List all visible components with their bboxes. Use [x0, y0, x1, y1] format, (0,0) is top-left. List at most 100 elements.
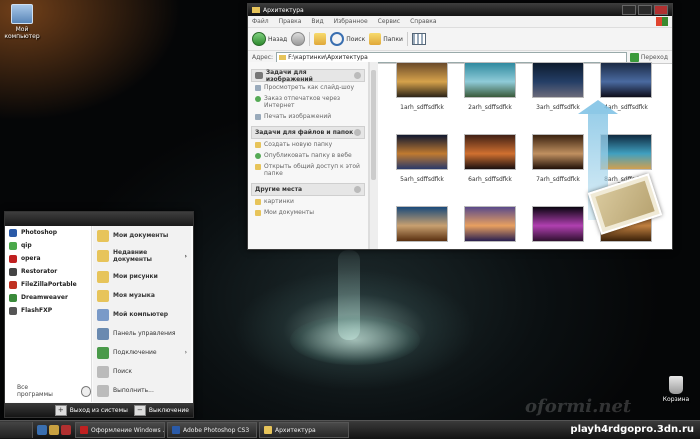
folders-button[interactable]: Папки	[369, 33, 403, 45]
task-label: Оформление Windows ...	[91, 426, 165, 434]
place-icon	[97, 346, 109, 359]
all-programs-label: Все программы	[17, 384, 53, 398]
place-icon	[97, 270, 109, 283]
taskbar-button[interactable]: Adobe Photoshop CS3	[167, 422, 257, 438]
pinned-program[interactable]: Restorator	[5, 265, 91, 278]
file-item[interactable]: 7arh_sdffsdfkk	[524, 134, 592, 206]
place-item[interactable]: Мой компьютер	[93, 305, 191, 324]
pinned-program[interactable]: Dreamweaver	[5, 291, 91, 304]
file-item[interactable]: 2arh_sdffsdfkk	[456, 62, 524, 134]
desktop-icon-my-computer[interactable]: Мой компьютер	[0, 4, 44, 40]
image-tasks-header[interactable]: Задачи для изображений	[251, 69, 365, 83]
place-item[interactable]: Подключение ›	[93, 343, 191, 362]
file-item[interactable]	[524, 206, 592, 278]
place-label: Мой компьютер	[113, 311, 169, 318]
file-item[interactable]	[388, 206, 456, 278]
task-share[interactable]: Открыть общий доступ к этой папке	[251, 161, 365, 179]
file-item[interactable]	[456, 206, 524, 278]
file-item[interactable]: 6arh_sdffsdfkk	[456, 134, 524, 206]
address-field[interactable]: F:\картинки\Архитектура	[276, 51, 627, 63]
close-button[interactable]	[654, 5, 668, 15]
menu-file[interactable]: Файл	[252, 18, 269, 25]
pinned-program[interactable]: opera	[5, 252, 91, 265]
back-arrow-icon	[252, 32, 266, 46]
place-item[interactable]: Недавние документы ›	[93, 245, 191, 267]
desktop: Мой компьютер Корзина oformi.net Архитек…	[0, 0, 700, 420]
minimize-button[interactable]	[622, 5, 636, 15]
back-button[interactable]: Назад	[252, 32, 287, 46]
shutdown-icon: −	[133, 404, 146, 416]
taskbar-button[interactable]: Оформление Windows ...	[75, 422, 165, 438]
up-folder-button[interactable]	[314, 33, 327, 45]
program-icon	[9, 293, 17, 302]
quick-launch-browser-icon[interactable]	[49, 425, 59, 435]
go-button[interactable]: Переход	[629, 52, 668, 62]
task-order-prints[interactable]: Заказ отпечатков через Интернет	[251, 93, 365, 111]
shutdown-button[interactable]: − Выключение	[133, 404, 189, 416]
program-label: opera	[21, 255, 41, 262]
pinned-program[interactable]: FlashFXP	[5, 304, 91, 317]
place-icon	[97, 327, 109, 340]
window-titlebar[interactable]: Архитектура	[248, 4, 672, 16]
windows-logo-icon	[656, 17, 668, 26]
explorer-window[interactable]: Архитектура Файл Правка Вид Избранное Се…	[247, 3, 673, 250]
place-my-documents[interactable]: Мои документы	[251, 207, 365, 218]
desktop-icon-recycle-bin[interactable]: Корзина	[654, 376, 698, 403]
collapse-icon	[354, 186, 361, 193]
back-label: Назад	[268, 35, 288, 43]
menu-view[interactable]: Вид	[311, 18, 323, 25]
maximize-button[interactable]	[638, 5, 652, 15]
search-button[interactable]: Поиск	[330, 32, 365, 46]
views-button[interactable]	[411, 33, 426, 45]
pinned-program[interactable]: FileZillaPortable	[5, 278, 91, 291]
place-item[interactable]: Панель управления	[93, 324, 191, 343]
place-item[interactable]: Моя музыка	[93, 286, 191, 305]
quick-launch-desktop-icon[interactable]	[37, 425, 47, 435]
start-menu-header	[5, 212, 193, 226]
place-label: Мои документы	[264, 209, 315, 216]
task-label: Печать изображений	[264, 113, 332, 120]
file-item[interactable]: 3arh_sdffsdfkk	[524, 62, 592, 134]
place-item[interactable]: Поиск	[93, 362, 191, 381]
place-item[interactable]: Мои рисунки	[93, 267, 191, 286]
file-item[interactable]: 1arh_sdffsdfkk	[388, 62, 456, 134]
file-thumbnail	[532, 134, 584, 170]
system-places: Мои документы Недавние документы › Мои рису…	[93, 226, 191, 402]
task-pane-scrollbar[interactable]	[369, 62, 378, 249]
place-item[interactable]: Выполнить...	[93, 381, 191, 400]
forward-button[interactable]	[291, 32, 306, 46]
pinned-program[interactable]: qip	[5, 239, 91, 252]
place-label: Недавние документы	[113, 249, 152, 263]
task-new-folder[interactable]: Создать новую папку	[251, 139, 365, 150]
place-pictures[interactable]: картинки	[251, 196, 365, 207]
menu-tools[interactable]: Сервис	[378, 18, 400, 25]
place-label: Панель управления	[113, 330, 176, 337]
pinned-program[interactable]: Photoshop	[5, 226, 91, 239]
task-publish[interactable]: Опубликовать папку в вебе	[251, 150, 365, 161]
go-label: Переход	[640, 53, 668, 61]
quick-launch	[33, 425, 75, 435]
globe-icon	[255, 96, 261, 102]
start-button[interactable]	[0, 422, 33, 438]
scrollbar-thumb[interactable]	[371, 70, 376, 180]
place-label: Мои документы	[113, 232, 169, 239]
all-programs-button[interactable]: Все программы	[17, 384, 91, 398]
other-places-header[interactable]: Другие места	[251, 183, 365, 196]
place-icon	[97, 308, 109, 321]
desktop-icon-label: компьютер	[4, 33, 40, 40]
place-item[interactable]: Мои документы	[93, 226, 191, 245]
task-slideshow[interactable]: Просмотреть как слайд-шоу	[251, 82, 365, 93]
folders-icon	[369, 33, 382, 45]
taskbar-button[interactable]: Архитектура	[259, 422, 349, 438]
quick-launch-opera-icon[interactable]	[61, 425, 71, 435]
menu-favorites[interactable]: Избранное	[334, 18, 368, 25]
folder-icon	[255, 199, 261, 205]
menu-edit[interactable]: Правка	[279, 18, 302, 25]
desktop-icon-label: Корзина	[662, 396, 690, 403]
task-print[interactable]: Печать изображений	[251, 111, 365, 122]
logoff-button[interactable]: + Выход из системы	[54, 404, 128, 416]
menu-help[interactable]: Справка	[410, 18, 436, 25]
file-item[interactable]: 5arh_sdffsdfkk	[388, 134, 456, 206]
file-tasks-header[interactable]: Задачи для файлов и папок	[251, 126, 365, 139]
task-label: Заказ отпечатков через Интернет	[264, 95, 341, 109]
